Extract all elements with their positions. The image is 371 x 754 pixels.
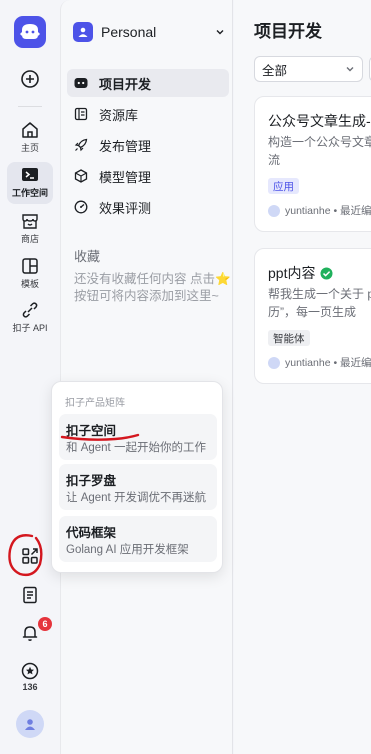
docs-button[interactable]: [0, 586, 60, 604]
star-count: 136: [22, 682, 38, 692]
card-title-text: ppt内容: [268, 265, 316, 281]
favorites-title: 收藏: [74, 249, 101, 264]
nav-item-model[interactable]: 模型管理: [67, 162, 229, 190]
card-tag: 应用: [268, 178, 299, 194]
nav-item-evaluation[interactable]: 效果评测: [67, 193, 229, 221]
store-icon: [22, 214, 38, 229]
card-description: 构造一个公众号文章生成流: [268, 135, 371, 167]
plus-circle-icon: [21, 70, 39, 88]
nav-item-label: 资源库: [99, 107, 139, 123]
evaluation-icon: [73, 199, 89, 215]
rail-divider: [18, 106, 42, 107]
filter-select-value: 全部: [262, 63, 288, 78]
product-item-framework[interactable]: 代码框架 Golang AI 应用开发框架: [59, 516, 217, 562]
workspace-icon: [22, 168, 38, 181]
workspace-panel: Personal 项目开发 资源库 发布管理 模型管理 效果评测 收藏 还没有收…: [60, 0, 233, 754]
main-content: 项目开发 全部 公众号文章生成-... 构造一个公众号文章生成流 应用 yunt…: [234, 0, 371, 754]
card-tag: 智能体: [268, 330, 310, 346]
nav-item-library[interactable]: 资源库: [67, 100, 229, 128]
verified-check-icon: [320, 267, 333, 279]
card-author-text: yuntianhe • 最近编: [285, 205, 371, 217]
rail-item-store[interactable]: 商店: [0, 212, 60, 245]
template-icon: [22, 258, 38, 274]
red-annotation-underline: [60, 433, 140, 441]
rail-item-template[interactable]: 模板: [0, 257, 60, 290]
card-author: yuntianhe • 最近编: [268, 203, 371, 218]
publish-icon: [73, 137, 89, 153]
page-title: 项目开发: [254, 22, 322, 41]
product-subtitle: 让 Agent 开发调优不再迷航: [66, 492, 206, 504]
user-avatar[interactable]: [16, 710, 44, 738]
rail-item-label: 主页: [20, 143, 39, 153]
filter-select[interactable]: 全部: [254, 56, 363, 82]
favorites-button[interactable]: 136: [0, 662, 60, 692]
favorites-empty-text: 还没有收藏任何内容 点击⭐按钮可将内容添加到这里~: [74, 272, 231, 303]
rail-item-workspace[interactable]: 工作空间: [0, 166, 60, 199]
star-circle-icon: [21, 662, 39, 680]
card-author: yuntianhe • 最近编: [268, 355, 371, 370]
document-icon: [23, 586, 37, 604]
author-avatar: [268, 356, 280, 369]
nav-item-label: 效果评测: [99, 200, 152, 216]
workspace-switcher[interactable]: Personal: [73, 20, 225, 44]
project-icon: [73, 75, 89, 91]
user-icon: [25, 719, 35, 730]
home-icon: [22, 122, 38, 138]
project-card[interactable]: ppt内容 帮我生成一个关于 ppt 来历”，每一页生成 智能体 yuntian…: [254, 248, 371, 384]
popup-title: 扣子产品矩阵: [65, 398, 125, 409]
rail-item-label: 模板: [20, 279, 39, 289]
rail-item-label: 商店: [20, 234, 39, 244]
nav-item-project[interactable]: 项目开发: [67, 69, 229, 97]
rail-item-label: 工作空间: [11, 188, 48, 198]
coze-logo-icon: [20, 24, 40, 39]
product-title: 扣子罗盘: [66, 474, 117, 488]
card-title: ppt内容: [268, 263, 333, 283]
rail-item-home[interactable]: 主页: [0, 121, 60, 154]
nav-item-label: 模型管理: [99, 169, 152, 185]
nav-item-label: 发布管理: [99, 138, 152, 154]
bell-icon: [22, 626, 38, 641]
notification-badge: 6: [38, 617, 52, 631]
library-icon: [73, 106, 89, 122]
rail-item-api[interactable]: 扣子 API: [0, 301, 60, 334]
product-matrix-popup: 扣子产品矩阵 扣子空间 和 Agent 一起开始你的工作 扣子罗盘 让 Agen…: [51, 381, 223, 573]
product-subtitle: Golang AI 应用开发框架: [66, 544, 189, 556]
nav-item-publish[interactable]: 发布管理: [67, 131, 229, 159]
red-annotation-circle: [8, 534, 43, 577]
card-description: 帮我生成一个关于 ppt 来历”，每一页生成: [268, 287, 371, 319]
card-author-text: yuntianhe • 最近编: [285, 357, 371, 369]
card-title: 公众号文章生成-...: [268, 113, 371, 129]
chevron-down-icon: [216, 30, 224, 35]
rail-item-label: 扣子 API: [12, 323, 48, 333]
coze-logo[interactable]: [14, 16, 46, 48]
left-rail: 主页 工作空间 商店 模板 扣子 API 6 136: [0, 0, 60, 754]
product-title: 代码框架: [66, 526, 117, 540]
workspace-name: Personal: [101, 24, 157, 40]
product-item-compass[interactable]: 扣子罗盘 让 Agent 开发调优不再迷航: [59, 464, 217, 510]
author-avatar: [268, 204, 280, 217]
model-icon: [73, 168, 89, 184]
api-icon: [22, 302, 38, 318]
chevron-down-icon: [346, 67, 354, 72]
create-button[interactable]: [0, 69, 60, 89]
project-card[interactable]: 公众号文章生成-... 构造一个公众号文章生成流 应用 yuntianhe • …: [254, 96, 371, 232]
workspace-avatar-icon: [73, 22, 93, 42]
nav-item-label: 项目开发: [99, 76, 152, 92]
app-root: 主页 工作空间 商店 模板 扣子 API 6 136 Personal 项目开发…: [0, 0, 371, 754]
